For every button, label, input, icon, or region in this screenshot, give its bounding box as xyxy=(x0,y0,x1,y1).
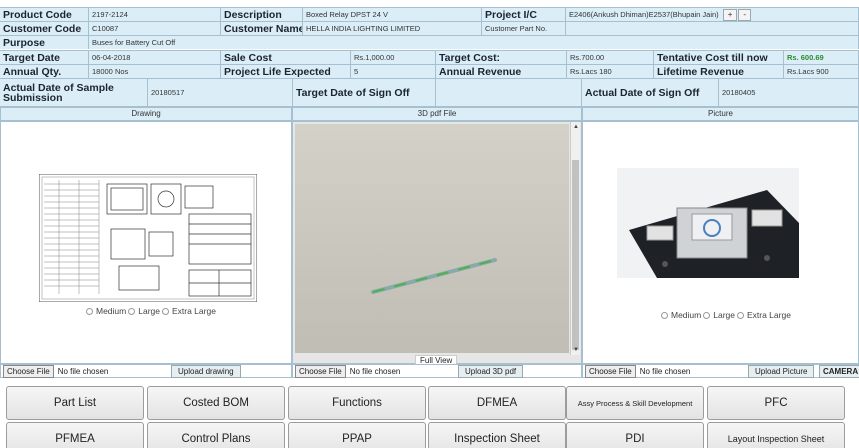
info-row-5: Annual Qty. 18000 Nos Project Life Expec… xyxy=(0,64,859,78)
extra-large-label: Extra Large xyxy=(171,306,216,316)
picture-file-status: No file chosen xyxy=(639,366,691,376)
picture-header: Picture xyxy=(582,107,859,121)
target-date-value: 06-04-2018 xyxy=(89,51,221,64)
product-code-value: 2197-2124 xyxy=(89,8,221,21)
lifetime-revenue-value: Rs.Lacs 900 xyxy=(784,65,859,78)
info-row-3: Purpose Buses for Battery Cut Off xyxy=(0,35,859,49)
customer-part-value[interactable] xyxy=(566,22,859,35)
medium-label: Medium xyxy=(96,306,127,316)
large-label: Large xyxy=(138,306,160,316)
lifetime-revenue-label: Lifetime Revenue xyxy=(654,65,784,78)
scroll-down-icon[interactable]: ▼ xyxy=(573,347,579,353)
medium-radio[interactable] xyxy=(86,307,93,315)
project-life-label: Project Life Expected xyxy=(221,65,351,78)
customer-part-label: Customer Part No. xyxy=(482,22,566,35)
large-radio[interactable] xyxy=(128,307,136,315)
info-row-2: Customer Code C10087 Customer Name HELLA… xyxy=(0,21,859,35)
customer-code-value: C10087 xyxy=(89,22,221,35)
drawing-panel: Medium Large Extra Large xyxy=(0,121,292,364)
pdi-button[interactable]: PDI xyxy=(566,422,704,448)
drawing-file-status: No file chosen xyxy=(57,366,109,376)
picture-medium-label: Medium xyxy=(671,310,702,320)
sale-cost-label: Sale Cost xyxy=(221,51,351,64)
actual-signoff-label: Actual Date of Sign Off xyxy=(582,79,719,106)
info-row-4: Target Date 06-04-2018 Sale Cost Rs.1,00… xyxy=(0,50,859,64)
upload-3d-pdf-button[interactable]: Upload 3D pdf xyxy=(458,364,524,378)
upload-drawing-button[interactable]: Upload drawing xyxy=(171,364,241,378)
drawing-choose-file-button[interactable]: Choose File xyxy=(3,364,54,378)
target-cost-value: Rs.700.00 xyxy=(567,51,654,64)
inspection-sheet-button[interactable]: Inspection Sheet xyxy=(428,422,566,448)
actual-sample-value: 20180517 xyxy=(148,79,293,106)
customer-name-value: HELLA INDIA LIGHTING LIMITED xyxy=(303,22,482,35)
description-value: Boxed Relay DPST 24 V xyxy=(303,8,482,21)
assy-process-button[interactable]: Assy Process & Skill Development xyxy=(566,386,704,420)
tentative-cost-label: Tentative Cost till now xyxy=(654,51,784,64)
pdf-choose-file-button[interactable]: Choose File xyxy=(295,364,346,378)
customer-code-label: Customer Code xyxy=(0,22,89,35)
product-photo[interactable] xyxy=(617,168,799,278)
sale-cost-value: Rs.1,000.00 xyxy=(351,51,436,64)
dfmea-button[interactable]: DFMEA xyxy=(428,386,566,420)
pfmea-button[interactable]: PFMEA xyxy=(6,422,144,448)
project-ic-cell: E2406(Ankush Dhiman)E2537(Bhupain Jain) … xyxy=(566,8,859,21)
upload-picture-button[interactable]: Upload Picture xyxy=(748,364,815,378)
target-signoff-value[interactable] xyxy=(436,79,582,106)
picture-panel: Medium Large Extra Large xyxy=(582,121,859,364)
purpose-label: Purpose xyxy=(0,36,89,49)
picture-size-options: Medium Large Extra Large xyxy=(661,310,791,320)
part-list-button[interactable]: Part List xyxy=(6,386,144,420)
drawing-size-options: Medium Large Extra Large xyxy=(86,306,216,316)
3d-model-view xyxy=(371,258,497,294)
picture-large-radio[interactable] xyxy=(703,311,711,319)
drawing-thumbnail[interactable] xyxy=(39,174,257,302)
customer-name-label: Customer Name xyxy=(221,22,303,35)
add-ic-button[interactable]: + xyxy=(722,8,738,21)
remove-ic-button[interactable]: - xyxy=(738,8,752,21)
annual-revenue-value: Rs.Lacs 180 xyxy=(567,65,654,78)
project-life-value: 5 xyxy=(351,65,436,78)
pdf-file-status: No file chosen xyxy=(349,366,401,376)
functions-button[interactable]: Functions xyxy=(288,386,426,420)
costed-bom-button[interactable]: Costed BOM xyxy=(147,386,285,420)
target-cost-label: Target Cost: xyxy=(436,51,567,64)
target-signoff-label: Target Date of Sign Off xyxy=(293,79,436,106)
pdf-viewer-panel[interactable]: ▲ ▼ Full View xyxy=(292,121,582,366)
picture-medium-radio[interactable] xyxy=(661,311,668,319)
scroll-up-icon[interactable]: ▲ xyxy=(573,124,579,130)
actual-signoff-value: 20180405 xyxy=(719,79,859,106)
layout-inspection-sheet-button[interactable]: Layout Inspection Sheet xyxy=(707,422,845,448)
pfc-button[interactable]: PFC xyxy=(707,386,845,420)
annual-qty-value: 18000 Nos xyxy=(89,65,221,78)
description-label: Description xyxy=(221,8,303,21)
pdf-file-row: Choose File No file chosen Upload 3D pdf xyxy=(292,364,582,378)
product-code-label: Product Code xyxy=(0,8,89,21)
control-plans-button[interactable]: Control Plans xyxy=(147,422,285,448)
ppap-button[interactable]: PPAP xyxy=(288,422,426,448)
drawing-file-row: Choose File No file chosen Upload drawin… xyxy=(0,364,292,378)
annual-revenue-label: Annual Revenue xyxy=(436,65,567,78)
purpose-value: Buses for Battery Cut Off xyxy=(89,36,859,49)
picture-extra-large-radio[interactable] xyxy=(736,311,744,319)
annual-qty-label: Annual Qty. xyxy=(0,65,89,78)
project-ic-label: Project I/C xyxy=(482,8,566,21)
picture-large-label: Large xyxy=(713,310,735,320)
picture-file-row: Choose File No file chosen Upload Pictur… xyxy=(582,364,859,378)
info-row-6: Actual Date of Sample Submission 2018051… xyxy=(0,78,859,107)
picture-choose-file-button[interactable]: Choose File xyxy=(585,364,636,378)
pdf-scrollbar[interactable]: ▲ ▼ xyxy=(570,122,580,355)
camera-button[interactable]: CAMERA xyxy=(819,364,859,378)
actual-sample-label: Actual Date of Sample Submission xyxy=(0,79,148,106)
project-ic-value: E2406(Ankush Dhiman)E2537(Bhupain Jain) xyxy=(569,10,719,19)
target-date-label: Target Date xyxy=(0,51,89,64)
tentative-cost-value: Rs. 600.69 xyxy=(784,51,859,64)
extra-large-radio[interactable] xyxy=(161,307,169,315)
pdf-3d-canvas[interactable] xyxy=(295,124,569,353)
info-row-1: Product Code 2197-2124 Description Boxed… xyxy=(0,7,859,21)
drawing-header: Drawing xyxy=(0,107,292,121)
pdf-header: 3D pdf File xyxy=(292,107,582,121)
scrollbar-thumb[interactable] xyxy=(572,160,579,350)
picture-extra-large-label: Extra Large xyxy=(746,310,791,320)
